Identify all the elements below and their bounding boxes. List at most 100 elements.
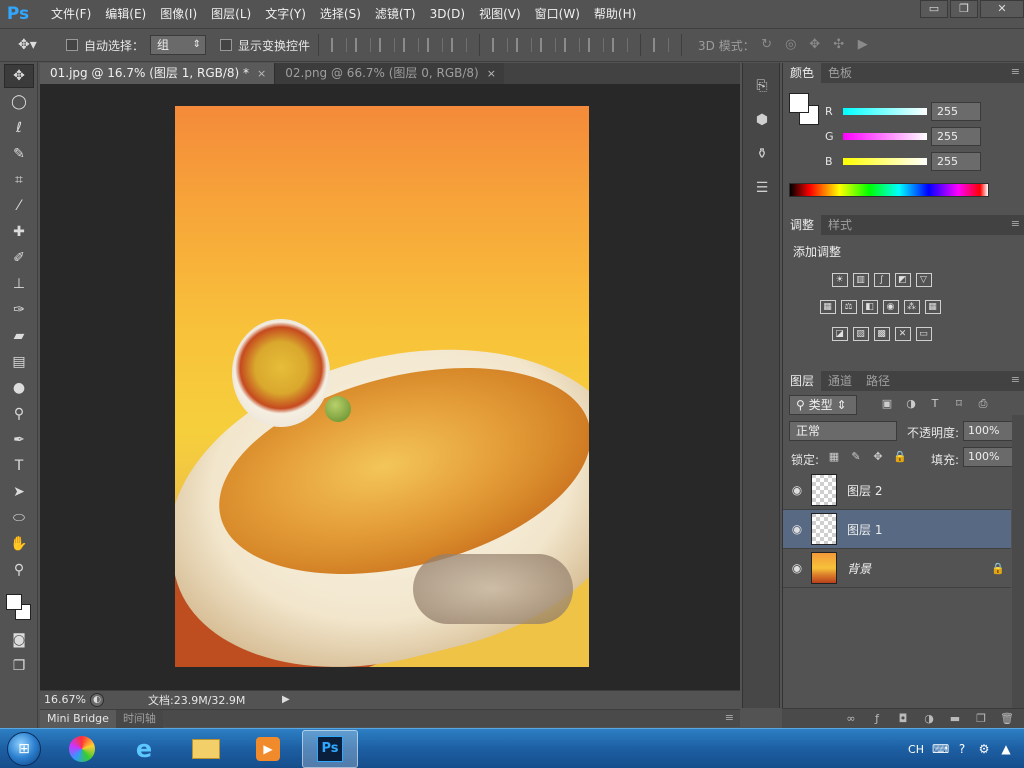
tab-styles[interactable]: 样式 xyxy=(821,215,859,235)
document-tab-02[interactable]: 02.png @ 66.7% (图层 0, RGB/8) × xyxy=(274,63,504,84)
visibility-eye-icon[interactable]: ◉ xyxy=(783,522,811,536)
dodge-tool-icon[interactable]: ⚲ xyxy=(4,402,34,426)
foreground-color-swatch[interactable] xyxy=(6,594,22,610)
taskbar-media-player-icon[interactable]: ▶ xyxy=(240,730,296,768)
close-icon[interactable]: × xyxy=(257,63,266,84)
opacity-field[interactable]: 100% xyxy=(963,421,1015,441)
layer-row-background[interactable]: ◉ 背景 🔒 xyxy=(783,549,1011,588)
status-info-icon[interactable]: ◐ xyxy=(90,692,104,707)
fill-field[interactable]: 100% xyxy=(963,447,1015,467)
layer-style-icon[interactable]: ƒ xyxy=(870,712,884,726)
green-slider[interactable] xyxy=(843,132,927,140)
posterize-icon[interactable]: ▨ xyxy=(852,327,869,341)
gradient-tool-icon[interactable]: ▤ xyxy=(4,350,34,374)
color-balance-icon[interactable]: ⚖ xyxy=(840,300,857,314)
delete-layer-icon[interactable]: 🗑 xyxy=(1000,712,1014,726)
auto-align-icon[interactable] xyxy=(653,38,670,52)
close-icon[interactable]: × xyxy=(487,63,496,84)
menu-edit[interactable]: 编辑(E) xyxy=(98,0,153,28)
hue-saturation-icon[interactable]: ▦ xyxy=(819,300,836,314)
type-tool-icon[interactable]: T xyxy=(4,454,34,478)
brush-panel-icon[interactable]: ⚱ xyxy=(749,143,775,165)
visibility-eye-icon[interactable]: ◉ xyxy=(783,483,811,497)
filter-pixel-icon[interactable]: ▣ xyxy=(879,397,895,411)
clone-stamp-tool-icon[interactable]: ⊥ xyxy=(4,272,34,296)
align-bottom-icon[interactable] xyxy=(379,38,396,52)
align-right-icon[interactable] xyxy=(451,38,468,52)
orbit-3d-icon[interactable]: ↻ xyxy=(758,38,776,52)
path-selection-tool-icon[interactable]: ➤ xyxy=(4,480,34,504)
red-value[interactable]: 255 xyxy=(931,101,981,121)
blur-tool-icon[interactable]: ● xyxy=(4,376,34,400)
menu-help[interactable]: 帮助(H) xyxy=(587,0,643,28)
distribute-hcenter-icon[interactable] xyxy=(588,38,605,52)
tab-timeline[interactable]: 时间轴 xyxy=(115,709,163,728)
blend-mode-dropdown[interactable]: 正常 xyxy=(789,421,897,441)
selective-color-icon[interactable]: ✕ xyxy=(894,327,911,341)
close-button[interactable]: ✕ xyxy=(980,0,1024,18)
tab-mini-bridge[interactable]: Mini Bridge xyxy=(40,709,116,728)
menu-filter[interactable]: 滤镜(T) xyxy=(368,0,423,28)
scale-3d-icon[interactable]: ▶ xyxy=(854,38,872,52)
taskbar-explorer-icon[interactable] xyxy=(178,730,234,768)
settings-tool-icon[interactable]: ⚙ xyxy=(976,741,992,757)
lock-position-icon[interactable]: ✥ xyxy=(871,450,885,464)
photo-filter-icon[interactable]: ◉ xyxy=(882,300,899,314)
layer-filter-dropdown[interactable]: ⚲ 类型 ⇕ xyxy=(789,395,857,415)
panel-menu-icon[interactable]: ≡ xyxy=(1011,217,1020,230)
link-layers-icon[interactable]: ∞ xyxy=(844,712,858,726)
lasso-tool-icon[interactable]: ℓ xyxy=(4,116,34,140)
zoom-tool-icon[interactable]: ⚲ xyxy=(4,558,34,582)
align-hcenter-icon[interactable] xyxy=(427,38,444,52)
crop-tool-icon[interactable]: ⌗ xyxy=(4,168,34,192)
lock-image-icon[interactable]: ✎ xyxy=(849,450,863,464)
history-panel-icon[interactable]: ⎘ xyxy=(749,75,775,97)
panel-menu-icon[interactable]: ≡ xyxy=(725,711,734,724)
quick-mask-icon[interactable]: ◙ xyxy=(4,628,34,652)
elliptical-marquee-tool-icon[interactable]: ◯ xyxy=(4,90,34,114)
color-lookup-icon[interactable]: ▦ xyxy=(924,300,941,314)
new-layer-icon[interactable]: ❐ xyxy=(974,712,988,726)
move-tool-preset-icon[interactable]: ✥▾ xyxy=(18,33,52,57)
keyboard-icon[interactable]: ⌨ xyxy=(932,741,949,757)
tab-layers[interactable]: 图层 xyxy=(783,371,822,391)
healing-brush-tool-icon[interactable]: ✚ xyxy=(4,220,34,244)
properties-panel-icon[interactable]: ☰ xyxy=(749,177,775,199)
threshold-icon[interactable]: ▩ xyxy=(873,327,890,341)
align-top-icon[interactable] xyxy=(331,38,348,52)
color-spectrum[interactable] xyxy=(789,183,989,197)
screen-mode-icon[interactable]: ❐ xyxy=(4,654,34,678)
foreground-color-swatch[interactable] xyxy=(789,93,809,113)
minimize-button[interactable]: ▭ xyxy=(920,0,948,18)
black-white-icon[interactable]: ◧ xyxy=(861,300,878,314)
pen-tool-icon[interactable]: ✒ xyxy=(4,428,34,452)
3d-panel-icon[interactable]: ⬢ xyxy=(749,109,775,131)
hand-tool-icon[interactable]: ✋ xyxy=(4,532,34,556)
input-language-indicator[interactable]: CH xyxy=(908,743,924,756)
distribute-bottom-icon[interactable] xyxy=(540,38,557,52)
eraser-tool-icon[interactable]: ▰ xyxy=(4,324,34,348)
auto-select-checkbox[interactable] xyxy=(66,39,78,51)
add-mask-icon[interactable]: ◘ xyxy=(896,712,910,726)
visibility-eye-icon[interactable]: ◉ xyxy=(783,561,811,575)
layer-row-layer-1[interactable]: ◉ 图层 1 xyxy=(783,510,1011,549)
vibrance-icon[interactable]: ▽ xyxy=(915,273,932,287)
tab-channels[interactable]: 通道 xyxy=(821,371,859,391)
red-slider[interactable] xyxy=(843,107,927,115)
distribute-top-icon[interactable] xyxy=(492,38,509,52)
auto-select-dropdown[interactable]: 组 xyxy=(150,35,207,55)
history-brush-tool-icon[interactable]: ✑ xyxy=(4,298,34,322)
canvas-area[interactable] xyxy=(40,84,740,690)
menu-window[interactable]: 窗口(W) xyxy=(528,0,587,28)
status-menu-arrow-icon[interactable]: ▶ xyxy=(282,693,296,707)
brightness-contrast-icon[interactable]: ☀ xyxy=(831,273,848,287)
tab-paths[interactable]: 路径 xyxy=(859,371,897,391)
tab-color[interactable]: 颜色 xyxy=(783,63,822,83)
slide-3d-icon[interactable]: ✣ xyxy=(830,38,848,52)
move-tool-icon[interactable]: ✥ xyxy=(4,64,34,88)
filter-shape-icon[interactable]: ⌑ xyxy=(951,397,967,411)
blue-value[interactable]: 255 xyxy=(931,151,981,171)
distribute-left-icon[interactable] xyxy=(564,38,581,52)
show-hidden-icons-icon[interactable]: ▲ xyxy=(998,741,1014,757)
invert-icon[interactable]: ◪ xyxy=(831,327,848,341)
